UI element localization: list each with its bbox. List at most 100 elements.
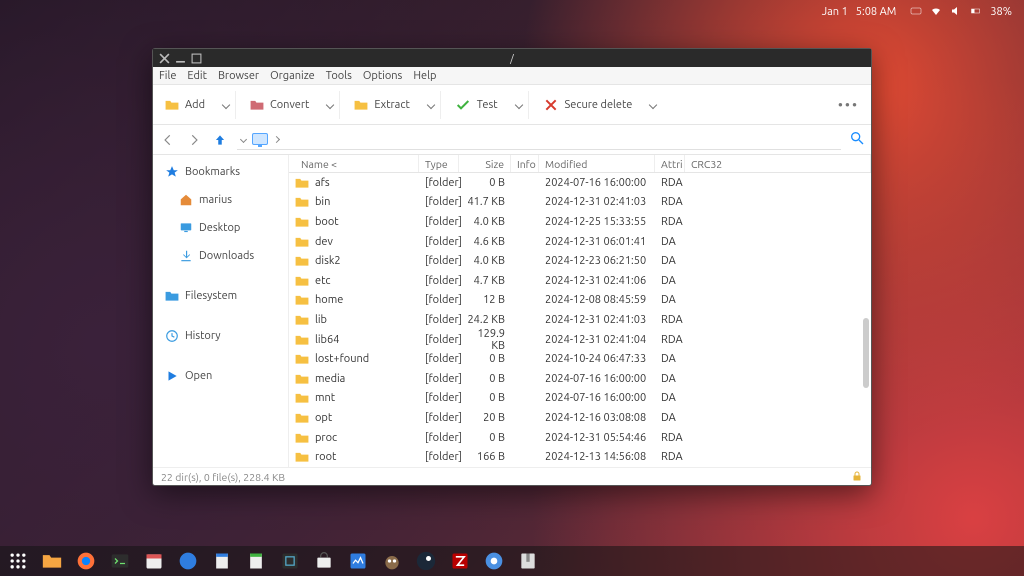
sidebar-item-marius[interactable]: marius [161,187,288,213]
cell-modified: 2024-07-16 16:00:00 [539,177,655,189]
extract-button[interactable]: Extract [348,91,440,119]
chevron-down-icon[interactable] [222,100,230,108]
chevron-down-icon[interactable] [649,100,657,108]
sidebar-filesystem-label: Filesystem [185,290,237,302]
menu-browser[interactable]: Browser [218,70,259,82]
maximize-icon[interactable] [191,53,202,64]
table-row[interactable]: mnt[folder]0 B2024-07-16 16:00:00DA [289,389,871,409]
calendar-icon[interactable] [144,551,164,571]
menu-organize[interactable]: Organize [270,70,315,82]
close-icon[interactable] [159,53,170,64]
folder-icon [165,99,179,111]
table-row[interactable]: disk2[folder]4.0 KB2024-12-23 06:21:50DA [289,251,871,271]
col-info[interactable]: Info [511,155,539,172]
cross-icon [543,97,559,113]
thunderbird-icon[interactable] [178,551,198,571]
writer-icon[interactable] [212,551,232,571]
sidebar-item-label: Downloads [199,250,254,262]
terminal-icon[interactable] [110,551,130,571]
chevron-right-icon[interactable] [273,135,280,142]
computer-icon[interactable] [252,133,268,145]
cell-size: 4.7 KB [459,275,511,287]
chevron-down-icon[interactable] [240,135,247,142]
menu-help[interactable]: Help [413,70,436,82]
sidebar-bookmarks[interactable]: Bookmarks [161,159,288,185]
scrollbar[interactable] [859,113,871,467]
virtualbox-icon[interactable] [280,551,300,571]
table-row[interactable]: bin[folder]41.7 KB2024-12-31 02:41:03RDA [289,193,871,213]
monitor-icon[interactable] [348,551,368,571]
col-crc[interactable]: CRC32 [685,155,871,172]
cell-modified: 2024-12-31 02:41:04 [539,334,655,346]
star-icon [165,165,179,179]
menu-edit[interactable]: Edit [187,70,207,82]
table-row[interactable]: lib64[folder]129.9 KB2024-12-31 02:41:04… [289,330,871,350]
toolbar: Add Convert Extract Test Secure delete •… [153,85,871,125]
table-row[interactable]: boot[folder]4.0 KB2024-12-25 15:33:55RDA [289,212,871,232]
chevron-down-icon[interactable] [514,100,522,108]
chromium-icon[interactable] [484,551,504,571]
steam-icon[interactable] [416,551,436,571]
more-icon[interactable]: ••• [832,97,865,113]
test-button[interactable]: Test [449,91,529,119]
cell-name: boot [315,216,339,228]
table-row[interactable]: proc[folder]0 B2024-12-31 05:54:46RDA [289,428,871,448]
files-icon[interactable] [42,551,62,571]
cell-modified: 2024-12-16 03:08:08 [539,412,655,424]
cell-type: [folder] [419,216,459,228]
column-headers[interactable]: Name < Type Size Info Modified Attri CRC… [289,155,871,173]
cell-type: [folder] [419,392,459,404]
col-attr[interactable]: Attri [655,155,685,172]
titlebar[interactable]: / [153,49,871,67]
col-modified[interactable]: Modified [539,155,655,172]
lock-icon[interactable] [851,470,863,484]
minimize-icon[interactable] [175,53,186,64]
sidebar-item-desktop[interactable]: Desktop [161,215,288,241]
up-button[interactable] [211,131,229,149]
table-row[interactable]: home[folder]12 B2024-12-08 08:45:59DA [289,291,871,311]
table-row[interactable]: media[folder]0 B2024-07-16 16:00:00DA [289,369,871,389]
sidebar-filesystem[interactable]: Filesystem [161,283,288,309]
sidebar-item-downloads[interactable]: Downloads [161,243,288,269]
gimp-icon[interactable] [382,551,402,571]
chevron-down-icon[interactable] [427,100,435,108]
folder-icon [295,353,309,365]
menu-file[interactable]: File [159,70,176,82]
col-size[interactable]: Size [459,155,511,172]
table-row[interactable]: root[folder]166 B2024-12-13 14:56:08RDA [289,447,871,467]
secure-delete-button[interactable]: Secure delete [537,91,663,119]
menu-options[interactable]: Options [363,70,402,82]
forward-button[interactable] [185,131,203,149]
table-row[interactable]: lib[folder]24.2 KB2024-12-31 02:41:03RDA [289,310,871,330]
cell-attr: RDA [655,314,685,326]
chevron-down-icon[interactable] [326,100,334,108]
sidebar-history[interactable]: History [161,323,288,349]
table-row[interactable]: lost+found[folder]0 B2024-10-24 06:47:33… [289,349,871,369]
add-button[interactable]: Add [159,91,236,119]
sidebar-history-label: History [185,330,221,342]
convert-button[interactable]: Convert [244,91,340,119]
cell-modified: 2024-12-31 05:54:46 [539,432,655,444]
store-icon[interactable] [314,551,334,571]
apps-icon[interactable] [8,551,28,571]
cell-name: lib [315,314,327,326]
cell-size: 20 B [459,412,511,424]
table-row[interactable]: etc[folder]4.7 KB2024-12-31 02:41:06DA [289,271,871,291]
firefox-icon[interactable] [76,551,96,571]
cell-modified: 2024-10-24 06:47:33 [539,353,655,365]
cell-modified: 2024-12-31 02:41:03 [539,196,655,208]
breadcrumb[interactable] [237,130,841,150]
col-name[interactable]: Name < [295,155,419,172]
calc-icon[interactable] [246,551,266,571]
status-text: 22 dir(s), 0 file(s), 228.4 KB [161,471,285,483]
table-row[interactable]: dev[folder]4.6 KB2024-12-31 06:01:41DA [289,232,871,252]
table-row[interactable]: opt[folder]20 B2024-12-16 03:08:08DA [289,408,871,428]
table-row[interactable]: afs[folder]0 B2024-07-16 16:00:00RDA [289,173,871,193]
peazip-taskbar-icon[interactable] [518,551,538,571]
sidebar-open[interactable]: Open [161,363,288,389]
col-type[interactable]: Type [419,155,459,172]
cell-name: etc [315,275,331,287]
back-button[interactable] [159,131,177,149]
menu-tools[interactable]: Tools [326,70,352,82]
filezilla-icon[interactable] [450,551,470,571]
